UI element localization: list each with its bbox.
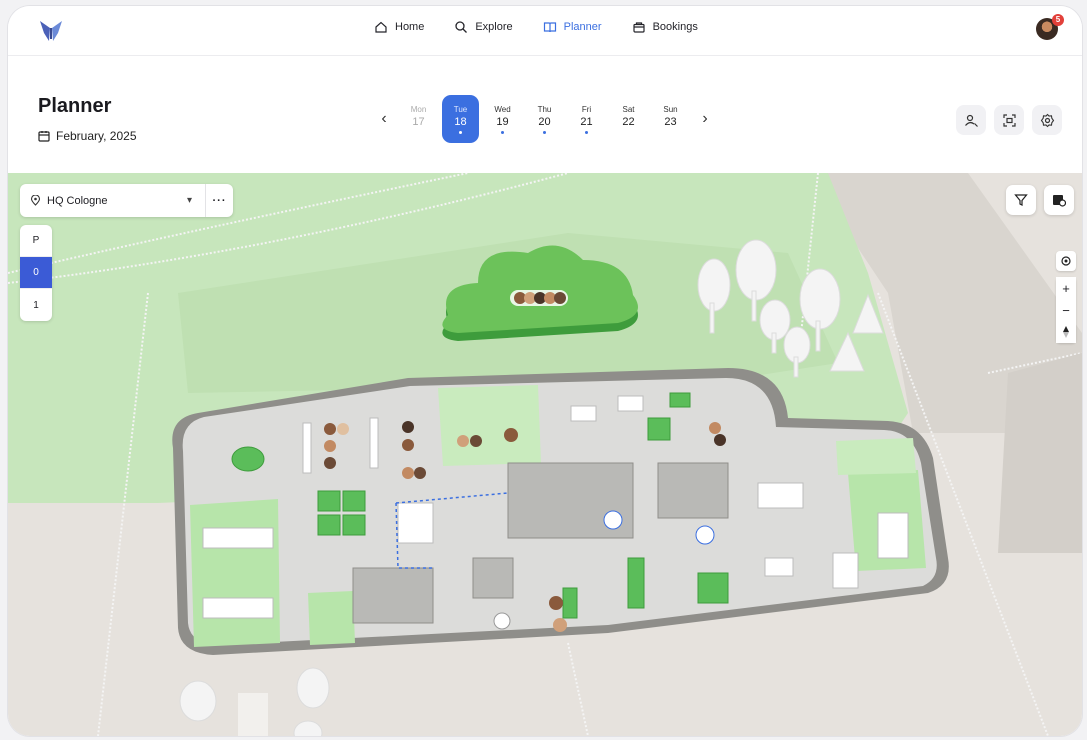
day-list: Mon 17 Tue 18 Wed 19 Thu 20 Fri 21 Sat 22 Sun 23 (400, 95, 689, 143)
nav-home-label: Home (395, 21, 425, 33)
home-icon (375, 21, 387, 33)
day-number: 22 (622, 115, 635, 128)
minus-icon: − (1062, 302, 1070, 318)
booking-dot (627, 131, 630, 134)
chevron-right-icon: › (702, 110, 708, 127)
nav-bookings-label: Bookings (652, 21, 698, 33)
compass-icon (1063, 326, 1069, 338)
gear-icon (1040, 113, 1054, 127)
filter-button[interactable] (1006, 185, 1036, 215)
workspace-zone-south[interactable] (308, 591, 355, 645)
butterfly-logo-icon[interactable] (38, 19, 64, 43)
building-block (998, 353, 1082, 553)
nav-bookings[interactable]: Bookings (632, 20, 698, 34)
chevron-left-icon: ‹ (381, 110, 387, 127)
nav-planner-label: Planner (563, 21, 602, 33)
scan-icon (1002, 113, 1016, 127)
calendar-booking-button[interactable] (1044, 185, 1074, 215)
map-scene (8, 173, 1082, 736)
day-name: Mon (410, 104, 427, 114)
month-text: February, 2025 (56, 129, 137, 143)
day-name: Tue (453, 104, 468, 114)
day-name: Wed (494, 104, 511, 114)
planner-header: Planner February, 2025 ‹ Mon 17 Tue 18 Wed 19… (8, 57, 1082, 173)
floor-option-p[interactable]: P (20, 225, 52, 257)
floor-selector: P01 (20, 225, 52, 321)
booking-dot (585, 130, 588, 134)
person-search-icon (964, 114, 978, 127)
day-selector: ‹ Mon 17 Tue 18 Wed 19 Thu 20 Fri 21 Sat 22 Sun 23 › (374, 95, 715, 143)
book-icon (543, 22, 556, 33)
booking-dot (417, 131, 420, 134)
header-actions (956, 105, 1062, 135)
day-mon[interactable]: Mon 17 (400, 95, 437, 143)
plus-icon: + (1062, 280, 1070, 296)
meeting-room-north[interactable] (438, 385, 541, 466)
workspace-zone-west[interactable] (190, 499, 280, 647)
nav-explore-label: Explore (475, 21, 513, 33)
location-selector: HQ Cologne ▾ ··· (20, 184, 233, 217)
day-number: 19 (496, 115, 509, 128)
location-dropdown[interactable]: HQ Cologne (20, 195, 187, 207)
day-number: 17 (412, 115, 425, 128)
crosshair-icon (1061, 256, 1071, 266)
settings-button[interactable] (1032, 105, 1062, 135)
park-path (567, 642, 589, 736)
location-more-button[interactable]: ··· (205, 184, 233, 217)
day-thu[interactable]: Thu 20 (526, 95, 563, 143)
day-name: Sun (663, 104, 678, 114)
floor-option-1[interactable]: 1 (20, 289, 52, 321)
zoom-in-button[interactable]: + (1056, 277, 1076, 299)
floor-option-0[interactable]: 0 (20, 257, 52, 289)
app-window: Home Explore Planner Bookings 5 Planner (8, 6, 1082, 736)
road-segment (238, 693, 268, 736)
bag-icon (632, 22, 645, 33)
calendar-icon (38, 131, 50, 142)
month-label[interactable]: February, 2025 (38, 129, 137, 143)
location-name: HQ Cologne (47, 194, 108, 207)
day-name: Sat (622, 104, 635, 114)
day-number: 21 (580, 115, 593, 128)
filter-icon (1014, 194, 1028, 206)
booking-dot (501, 130, 504, 134)
notification-badge: 5 (1052, 14, 1064, 26)
day-fri[interactable]: Fri 21 (568, 95, 605, 143)
chevron-down-icon[interactable]: ▾ (187, 195, 205, 206)
day-tue[interactable]: Tue 18 (442, 95, 479, 143)
day-wed[interactable]: Wed 19 (484, 95, 521, 143)
compass-button[interactable] (1056, 321, 1076, 343)
page-title: Planner (38, 95, 112, 117)
scan-qr-button[interactable] (994, 105, 1024, 135)
nav-explore[interactable]: Explore (454, 20, 513, 34)
day-number: 23 (664, 115, 677, 128)
zoom-controls: + − (1056, 251, 1076, 343)
day-number: 18 (454, 115, 467, 128)
user-avatar-button[interactable]: 5 (1036, 14, 1064, 42)
search-icon (455, 21, 468, 33)
day-number: 20 (538, 115, 551, 128)
map-tools (1006, 185, 1074, 215)
nav-home[interactable]: Home (374, 20, 424, 34)
day-name: Thu (537, 104, 552, 114)
main-nav: Home Explore Planner Bookings (374, 20, 698, 34)
lounge-zone[interactable] (836, 438, 916, 475)
zoom-stack: + − (1056, 277, 1076, 343)
booking-dot (543, 130, 546, 134)
nav-planner[interactable]: Planner (543, 20, 602, 34)
find-colleague-button[interactable] (956, 105, 986, 135)
next-week-button[interactable]: › (695, 109, 715, 129)
zoom-out-button[interactable]: − (1056, 299, 1076, 321)
calendar-clock-icon (1053, 195, 1066, 207)
previous-week-button[interactable]: ‹ (374, 109, 394, 129)
day-sun[interactable]: Sun 23 (652, 95, 689, 143)
top-navigation-bar: Home Explore Planner Bookings 5 (8, 6, 1082, 56)
locate-button[interactable] (1056, 251, 1076, 271)
day-name: Fri (581, 104, 592, 114)
booking-dot (459, 130, 462, 134)
day-sat[interactable]: Sat 22 (610, 95, 647, 143)
booking-dot (669, 131, 672, 134)
floor-map[interactable]: HQ Cologne ▾ ··· P01 + − (8, 173, 1082, 736)
map-pin-icon (30, 195, 41, 206)
